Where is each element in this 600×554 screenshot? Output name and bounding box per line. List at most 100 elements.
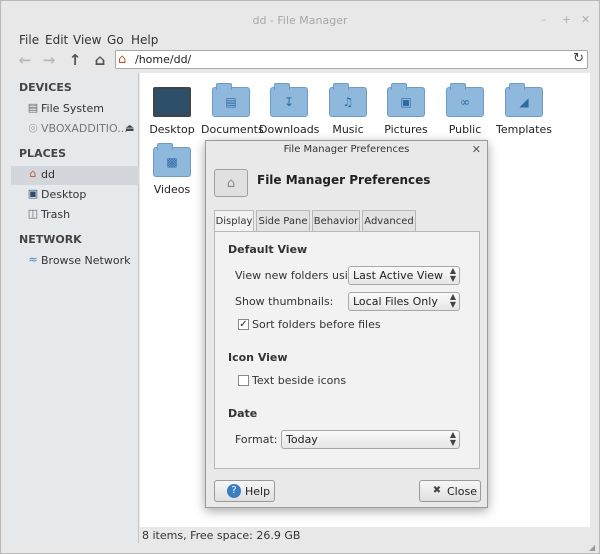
show-thumbnails-label: Show thumbnails: <box>235 295 334 308</box>
tab-advanced[interactable]: Advanced <box>362 210 416 231</box>
file-item-downloads[interactable]: ↧ Downloads <box>259 83 320 136</box>
status-text: 8 items, Free space: 26.9 GB <box>142 529 301 542</box>
show-thumbnails-value: Local Files Only <box>353 295 438 308</box>
reload-icon[interactable]: ↻ <box>573 51 584 66</box>
network-icon: ≈ <box>28 253 38 266</box>
sidebar-item-label: dd <box>41 168 55 181</box>
network-heading: NETWORK <box>19 233 82 246</box>
music-folder-icon: ♫ <box>329 83 367 117</box>
sidebar-item-label: File System <box>41 102 104 115</box>
file-item-videos[interactable]: ▩ Videos <box>142 143 202 196</box>
preferences-dialog: File Manager Preferences ✕ ⌂ File Manage… <box>205 140 488 508</box>
templates-folder-icon: ◢ <box>505 83 543 117</box>
home-icon[interactable]: ⌂ <box>92 52 108 68</box>
sidebar-item-browse-network[interactable]: ≈ Browse Network <box>11 252 139 271</box>
dialog-title[interactable]: File Manager Preferences <box>206 141 487 159</box>
sidebar-item-label: Browse Network <box>41 254 131 267</box>
file-item-documents[interactable]: ▤ Documents <box>201 83 264 136</box>
file-name: Videos <box>153 183 191 196</box>
tab-display[interactable]: Display <box>214 210 254 232</box>
location-bar[interactable]: ⌂ /home/dd/ ↻ <box>115 50 588 69</box>
file-name: Public <box>448 123 482 136</box>
file-name: Documents <box>201 123 264 136</box>
file-manager-window: dd - File Manager – + ✕ File Edit View G… <box>0 0 600 554</box>
close-label: Close <box>447 485 477 498</box>
date-format-label: Format: <box>235 433 278 446</box>
sort-folders-checkbox[interactable]: ✓ <box>238 319 249 330</box>
trash-icon: ◫ <box>27 207 39 220</box>
status-bar: 8 items, Free space: 26.9 GB <box>140 528 590 544</box>
file-name: Templates <box>496 123 552 136</box>
menu-help[interactable]: Help <box>131 33 158 47</box>
chevron-updown-icon: ▲ ▼ <box>449 292 456 309</box>
chevron-updown-icon: ▲ ▼ <box>449 430 456 447</box>
date-heading: Date <box>228 407 258 420</box>
text-beside-icons-checkbox[interactable] <box>238 375 249 386</box>
close-button[interactable]: ✖ Close <box>419 480 481 502</box>
chevron-updown-icon: ▲ ▼ <box>449 266 456 283</box>
hard-drive-icon: ▤ <box>27 101 39 114</box>
display-tab-panel: Default View View new folders using: Las… <box>214 231 480 469</box>
pictures-folder-icon: ▣ <box>387 83 425 117</box>
tab-side-pane[interactable]: Side Pane <box>256 210 310 231</box>
resize-grip-icon[interactable]: ◢ <box>589 543 597 552</box>
help-button[interactable]: ? Help <box>214 480 275 502</box>
help-label: Help <box>245 485 271 498</box>
public-folder-icon: ∞ <box>446 83 484 117</box>
menu-file[interactable]: File <box>19 33 39 47</box>
sidebar-item-label: VBOXADDITIO... <box>41 122 128 135</box>
minimize-button[interactable]: – <box>541 13 547 26</box>
sidebar-item-dd[interactable]: ⌂ dd <box>11 166 139 185</box>
dialog-header: File Manager Preferences <box>257 173 431 187</box>
text-beside-icons-label[interactable]: Text beside icons <box>252 374 346 387</box>
download-folder-icon: ↧ <box>270 83 308 117</box>
title-bar[interactable]: dd - File Manager – + ✕ <box>1 1 599 31</box>
home-icon: ⌂ <box>29 167 37 180</box>
file-name: Music <box>332 123 364 136</box>
show-thumbnails-select[interactable]: Local Files Only ▲ ▼ <box>348 292 460 311</box>
menu-view[interactable]: View <box>73 33 101 47</box>
folder-home-icon: ⌂ <box>214 169 248 197</box>
view-new-folders-select[interactable]: Last Active View ▲ ▼ <box>348 266 460 285</box>
sidebar-item-file-system[interactable]: ▤ File System <box>11 100 139 119</box>
sidebar-item-desktop[interactable]: ▣ Desktop <box>11 186 139 205</box>
tab-behavior[interactable]: Behavior <box>312 210 360 231</box>
document-folder-icon: ▤ <box>212 83 250 117</box>
desktop-icon <box>153 87 191 117</box>
forward-arrow-icon[interactable]: → <box>41 52 57 68</box>
sidebar: DEVICES ▤ File System ◎ VBOXADDITIO... ⏏… <box>11 73 139 543</box>
maximize-button[interactable]: + <box>562 13 571 26</box>
file-name: Downloads <box>259 123 320 136</box>
file-item-templates[interactable]: ◢ Templates <box>494 83 554 136</box>
file-item-pictures[interactable]: ▣ Pictures <box>376 83 436 136</box>
file-item-desktop[interactable]: Desktop <box>142 87 202 136</box>
places-heading: PLACES <box>19 147 67 160</box>
date-format-select[interactable]: Today ▲ ▼ <box>281 430 460 449</box>
close-icon[interactable]: ✕ <box>472 143 481 156</box>
help-icon: ? <box>227 484 241 498</box>
icon-view-heading: Icon View <box>228 351 288 364</box>
sidebar-item-label: Desktop <box>41 188 87 201</box>
file-name: Pictures <box>384 123 428 136</box>
default-view-heading: Default View <box>228 243 308 256</box>
back-arrow-icon[interactable]: ← <box>17 52 33 68</box>
location-path[interactable]: /home/dd/ <box>135 53 191 66</box>
desktop-icon: ▣ <box>27 187 39 200</box>
sidebar-item-trash[interactable]: ◫ Trash <box>11 206 139 225</box>
view-new-folders-value: Last Active View <box>353 269 444 282</box>
close-window-button[interactable]: ✕ <box>581 13 590 26</box>
menu-bar: File Edit View Go Help <box>1 31 599 49</box>
home-icon: ⌂ <box>118 52 127 67</box>
eject-icon[interactable]: ⏏ <box>125 123 134 134</box>
file-name: Desktop <box>149 123 195 136</box>
sidebar-item-vboxadditions[interactable]: ◎ VBOXADDITIO... ⏏ <box>11 120 139 139</box>
sidebar-item-label: Trash <box>41 208 71 221</box>
sort-folders-label[interactable]: Sort folders before files <box>252 318 381 331</box>
view-new-folders-label: View new folders using: <box>235 269 366 282</box>
menu-go[interactable]: Go <box>107 33 124 47</box>
disc-icon: ◎ <box>28 121 38 134</box>
menu-edit[interactable]: Edit <box>45 33 68 47</box>
file-item-music[interactable]: ♫ Music <box>318 83 378 136</box>
file-item-public[interactable]: ∞ Public <box>435 83 495 136</box>
up-arrow-icon[interactable]: ↑ <box>67 52 83 68</box>
